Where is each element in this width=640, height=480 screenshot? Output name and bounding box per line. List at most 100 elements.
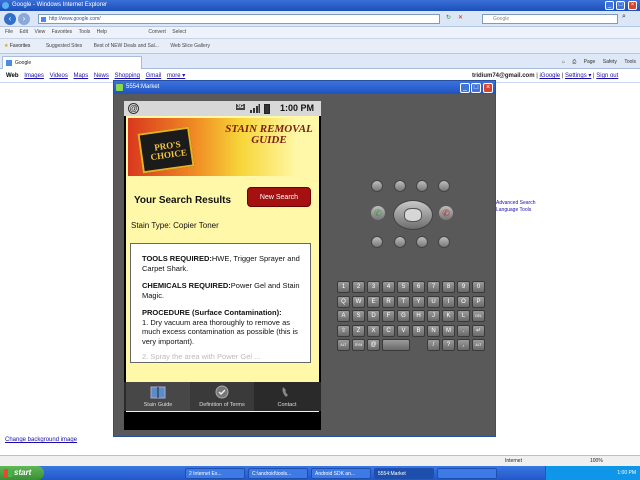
select-button[interactable]: Select bbox=[172, 29, 186, 35]
nav-gmail[interactable]: Gmail bbox=[146, 73, 162, 79]
key-/[interactable]: / bbox=[427, 339, 440, 351]
key-l[interactable]: L bbox=[457, 310, 470, 322]
nav-more[interactable]: more ▾ bbox=[167, 73, 185, 79]
taskbar-item-emulator[interactable]: 5554:Market bbox=[374, 468, 434, 479]
print-icon[interactable]: ⎙ bbox=[572, 59, 576, 65]
change-background-link[interactable]: Change background image bbox=[5, 437, 77, 443]
key-0[interactable]: 0 bbox=[472, 281, 485, 293]
power-icon[interactable] bbox=[438, 180, 450, 192]
back-arrow-icon[interactable]: ‹ bbox=[4, 13, 16, 25]
key-m[interactable]: M bbox=[442, 324, 455, 337]
menu-button-icon[interactable] bbox=[394, 236, 406, 248]
back-button-icon[interactable] bbox=[416, 236, 428, 248]
key-a[interactable]: A bbox=[337, 310, 350, 322]
key-n[interactable]: N bbox=[427, 324, 440, 337]
tab-contact[interactable]: Contact bbox=[255, 382, 319, 411]
key-f[interactable]: F bbox=[382, 310, 395, 322]
menu-edit[interactable]: Edit bbox=[19, 29, 28, 35]
taskbar-item-other[interactable] bbox=[437, 468, 497, 479]
nav-shopping[interactable]: Shopping bbox=[115, 73, 140, 79]
key-space[interactable] bbox=[382, 339, 410, 351]
key-4[interactable]: 4 bbox=[382, 281, 395, 293]
key-p[interactable]: P bbox=[472, 295, 485, 308]
key-c[interactable]: C bbox=[382, 324, 395, 337]
instructions-card[interactable]: TOOLS REQUIRED:HWE, Trigger Sprayer and … bbox=[130, 243, 311, 363]
key-⇧[interactable]: ⇧ bbox=[337, 324, 350, 337]
key-3[interactable]: 3 bbox=[367, 281, 380, 293]
menu-tools[interactable]: Tools bbox=[79, 29, 91, 35]
key-9[interactable]: 9 bbox=[457, 281, 470, 293]
camera-button-icon[interactable] bbox=[371, 180, 383, 192]
key-t[interactable]: T bbox=[397, 295, 410, 308]
search-input[interactable]: Google bbox=[482, 14, 618, 24]
key-r[interactable]: R bbox=[382, 295, 395, 308]
key-h[interactable]: H bbox=[412, 310, 425, 322]
home-button-icon[interactable] bbox=[371, 236, 383, 248]
refresh-icon[interactable]: ↻ bbox=[446, 14, 451, 21]
search-icon[interactable]: ⌕ bbox=[622, 13, 626, 21]
convert-button[interactable]: Convert bbox=[148, 29, 166, 35]
new-search-button[interactable]: New Search bbox=[247, 187, 311, 207]
key-v[interactable]: V bbox=[397, 324, 410, 337]
key-k[interactable]: K bbox=[442, 310, 455, 322]
key-j[interactable]: J bbox=[427, 310, 440, 322]
maximize-button[interactable]: □ bbox=[616, 1, 625, 10]
taskbar-item-sdk[interactable]: Android SDK an... bbox=[311, 468, 371, 479]
tools-menu[interactable]: Tools bbox=[624, 59, 636, 65]
tab-stain-guide[interactable]: Stain Guide bbox=[126, 382, 190, 411]
start-button[interactable]: start bbox=[0, 466, 44, 480]
key-i[interactable]: I bbox=[442, 295, 455, 308]
safety-menu[interactable]: Safety bbox=[603, 59, 617, 65]
key-x[interactable]: X bbox=[367, 324, 380, 337]
language-tools-link[interactable]: Language Tools bbox=[496, 207, 535, 214]
key-sym[interactable]: SYM bbox=[352, 339, 365, 351]
tab-google[interactable]: Google bbox=[2, 56, 142, 69]
taskbar-item-cmd[interactable]: C:\android\tools... bbox=[248, 468, 308, 479]
menu-view[interactable]: View bbox=[34, 29, 45, 35]
key-5[interactable]: 5 bbox=[397, 281, 410, 293]
emu-close-button[interactable]: × bbox=[483, 83, 493, 93]
fav-link-suggested[interactable]: Suggested Sites bbox=[46, 43, 82, 49]
emu-maximize-button[interactable]: □ bbox=[471, 83, 481, 93]
nav-images[interactable]: Images bbox=[24, 73, 44, 79]
taskbar-item-ie[interactable]: 2 Internet Ex... bbox=[185, 468, 245, 479]
key-q[interactable]: Q bbox=[337, 295, 350, 308]
close-button[interactable]: × bbox=[628, 1, 637, 10]
nav-news[interactable]: News bbox=[94, 73, 109, 79]
key-?[interactable]: ? bbox=[442, 339, 455, 351]
minimize-button[interactable]: _ bbox=[605, 1, 614, 10]
volume-down-icon[interactable] bbox=[394, 180, 406, 192]
key-7[interactable]: 7 bbox=[427, 281, 440, 293]
key-u[interactable]: U bbox=[427, 295, 440, 308]
key-@[interactable]: @ bbox=[367, 339, 380, 351]
key-2[interactable]: 2 bbox=[352, 281, 365, 293]
volume-up-icon[interactable] bbox=[416, 180, 428, 192]
igoogle-link[interactable]: iGoogle bbox=[539, 73, 560, 79]
settings-link[interactable]: Settings ▾ bbox=[565, 73, 591, 79]
call-icon[interactable]: ✆ bbox=[371, 206, 385, 220]
nav-web[interactable]: Web bbox=[6, 73, 19, 79]
nav-videos[interactable]: Videos bbox=[50, 73, 68, 79]
search-button-icon[interactable] bbox=[438, 236, 450, 248]
advanced-search-link[interactable]: Advanced Search bbox=[496, 200, 535, 207]
nav-maps[interactable]: Maps bbox=[74, 73, 89, 79]
page-menu[interactable]: Page bbox=[584, 59, 596, 65]
menu-favorites[interactable]: Favorites bbox=[52, 29, 73, 35]
key-6[interactable]: 6 bbox=[412, 281, 425, 293]
key-y[interactable]: Y bbox=[412, 295, 425, 308]
key-b[interactable]: B bbox=[412, 324, 425, 337]
key-d[interactable]: D bbox=[367, 310, 380, 322]
key-z[interactable]: Z bbox=[352, 324, 365, 337]
key-o[interactable]: O bbox=[457, 295, 470, 308]
signout-link[interactable]: Sign out bbox=[596, 73, 618, 79]
key-alt[interactable]: ALT bbox=[337, 339, 350, 351]
emu-minimize-button[interactable]: _ bbox=[460, 83, 470, 93]
key-8[interactable]: 8 bbox=[442, 281, 455, 293]
key-↵[interactable]: ↵ bbox=[472, 324, 485, 337]
key-e[interactable]: E bbox=[367, 295, 380, 308]
address-input[interactable]: http://www.google.com/ bbox=[38, 14, 440, 24]
home-icon[interactable]: ⌂ bbox=[562, 59, 565, 65]
forward-arrow-icon[interactable]: › bbox=[18, 13, 30, 25]
key-del[interactable]: DEL bbox=[472, 310, 485, 322]
zoom-level[interactable]: 100% bbox=[590, 456, 603, 466]
